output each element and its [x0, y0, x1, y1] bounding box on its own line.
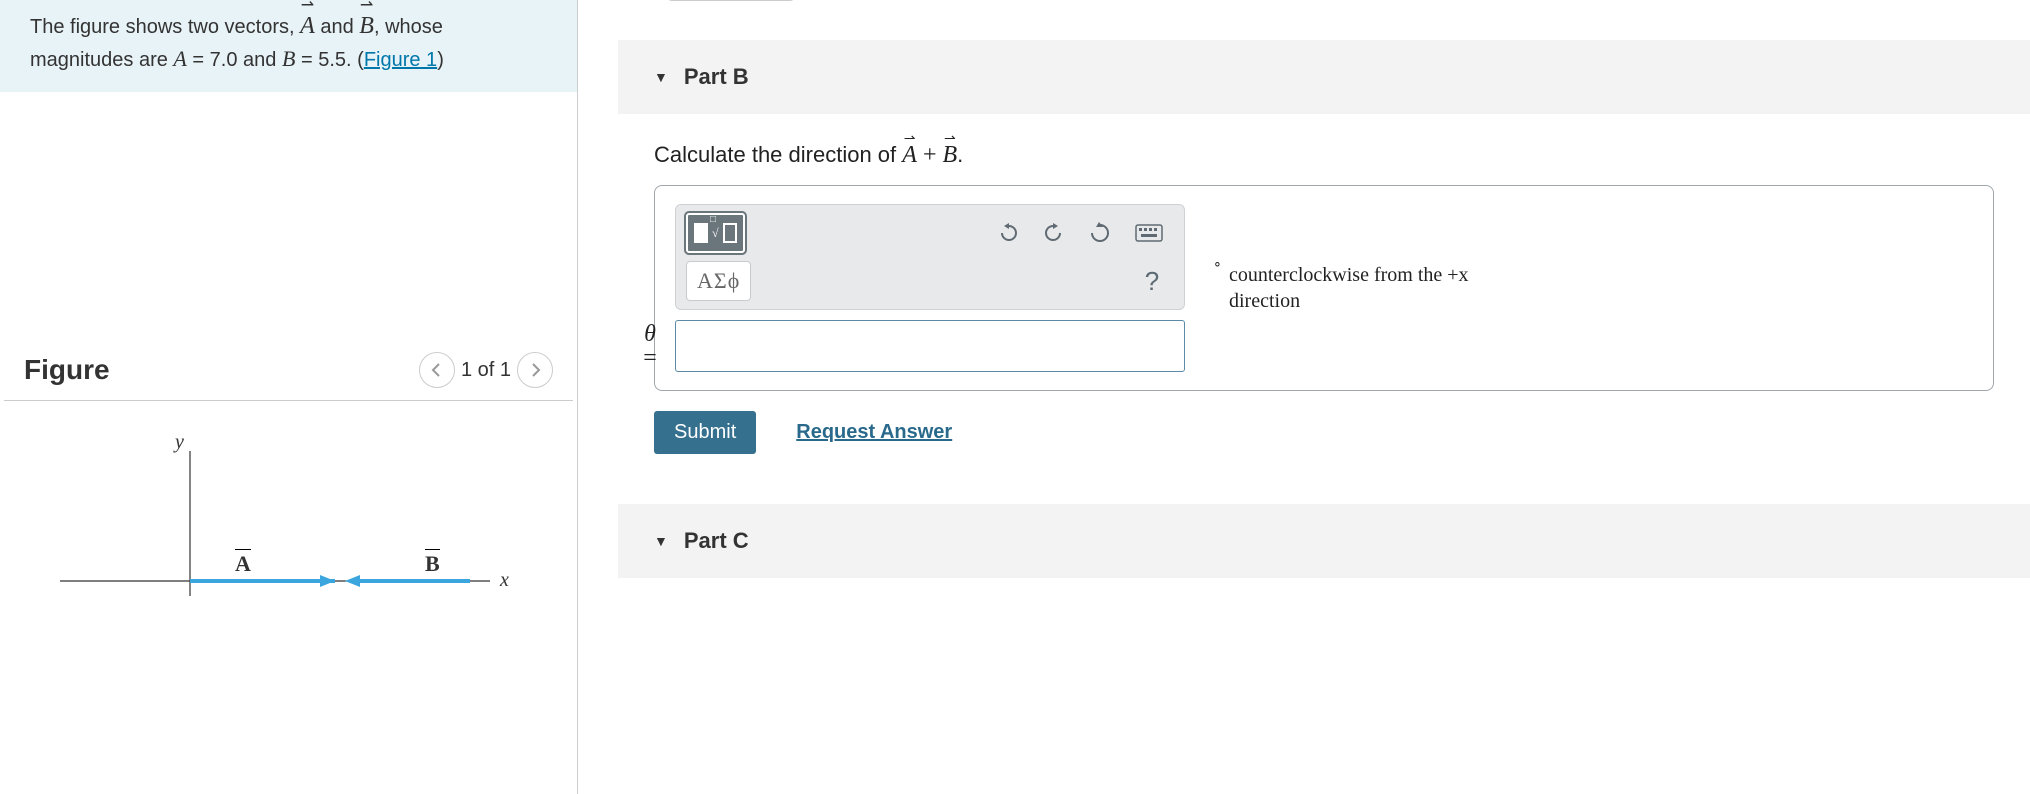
problem-text: =	[295, 49, 318, 71]
keyboard-button[interactable]	[1124, 213, 1174, 253]
right-column: ✔ Correct ▼ Part B Calculate the directi…	[578, 0, 2030, 794]
unit-text-pre: counterclockwise from the	[1229, 264, 1447, 286]
problem-statement: The figure shows two vectors, ⇀A and ⇀B,…	[0, 0, 577, 92]
theta-symbol: θ	[644, 321, 656, 347]
question-text: .	[957, 142, 963, 167]
figure-diagram: y x A B	[0, 421, 577, 621]
problem-text: The figure shows two vectors,	[30, 16, 300, 38]
outline-rect-icon	[723, 223, 737, 243]
unit-text-post: direction	[1229, 290, 1300, 312]
problem-text: . (	[346, 49, 364, 71]
part-c-header[interactable]: ▼ Part C	[618, 504, 2030, 578]
part-b-header[interactable]: ▼ Part B	[618, 40, 2030, 114]
unit-label: ∘ counterclockwise from the +x direction	[1213, 262, 1469, 314]
problem-text: )	[437, 49, 444, 71]
part-c-title: Part C	[684, 528, 749, 554]
keyboard-icon	[1135, 224, 1163, 242]
magnitude-B-symbol: B	[282, 46, 295, 71]
plus-symbol: +	[917, 142, 943, 168]
reset-button[interactable]	[1078, 213, 1122, 253]
sqrt-icon: □ √	[712, 226, 719, 241]
problem-text: and	[320, 16, 359, 38]
action-row: Submit Request Answer	[618, 391, 2030, 474]
vector-plot	[0, 421, 560, 601]
figure-counter: 1 of 1	[461, 359, 511, 382]
figure-heading: Figure	[24, 354, 110, 386]
equation-toolbar: □ √	[675, 204, 1185, 310]
vector-arrow-icon: ⇀	[300, 4, 315, 7]
question-text: Calculate the direction of	[654, 142, 902, 167]
degree-symbol: ∘	[1213, 256, 1222, 274]
request-answer-link[interactable]: Request Answer	[796, 421, 952, 444]
equals-symbol: =	[643, 345, 657, 371]
redo-icon	[1043, 223, 1065, 243]
templates-button[interactable]: □ √	[686, 213, 745, 253]
figure-nav: 1 of 1	[419, 352, 553, 388]
figure-header: Figure 1 of 1	[0, 352, 577, 388]
undo-icon	[997, 223, 1019, 243]
correct-feedback-box: ✔ Correct	[666, 0, 796, 1]
vector-A-symbol: ⇀A	[300, 10, 315, 44]
chevron-left-icon	[431, 363, 443, 377]
collapse-toggle-icon: ▼	[654, 69, 668, 85]
submit-button[interactable]: Submit	[654, 411, 756, 454]
vector-B-symbol: ⇀B	[359, 10, 374, 44]
figure-next-button[interactable]	[517, 352, 553, 388]
left-column: The figure shows two vectors, ⇀A and ⇀B,…	[0, 0, 578, 794]
magnitude-A-value: 7.0	[210, 49, 238, 71]
magnitude-B-value: 5.5	[318, 49, 346, 71]
magnitude-A-symbol: A	[173, 46, 186, 71]
figure-prev-button[interactable]	[419, 352, 455, 388]
rect-icon	[694, 223, 708, 243]
part-b-title: Part B	[684, 64, 749, 90]
unit-plus-x: +x	[1447, 264, 1468, 286]
answer-panel: □ √	[654, 185, 1994, 391]
collapse-toggle-icon: ▼	[654, 533, 668, 549]
vector-arrow-icon: ⇀	[359, 4, 374, 7]
redo-button[interactable]	[1032, 213, 1076, 253]
figure-link[interactable]: Figure 1	[364, 49, 437, 71]
chevron-right-icon	[529, 363, 541, 377]
greek-symbols-button[interactable]: ΑΣϕ	[686, 261, 751, 301]
vector-A-symbol: ⇀A	[902, 142, 917, 169]
undo-button[interactable]	[986, 213, 1030, 253]
variable-label: θ =	[639, 322, 661, 370]
answer-input[interactable]	[675, 320, 1185, 372]
problem-text: =	[187, 49, 210, 71]
reset-icon	[1089, 222, 1111, 244]
app-root: The figure shows two vectors, ⇀A and ⇀B,…	[0, 0, 2030, 794]
figure-divider	[4, 400, 573, 401]
problem-text: and	[237, 49, 281, 71]
part-b-question: Calculate the direction of ⇀A + ⇀B.	[618, 114, 2030, 185]
vector-B-symbol: ⇀B	[942, 142, 957, 169]
help-button[interactable]: ?	[1130, 261, 1174, 301]
